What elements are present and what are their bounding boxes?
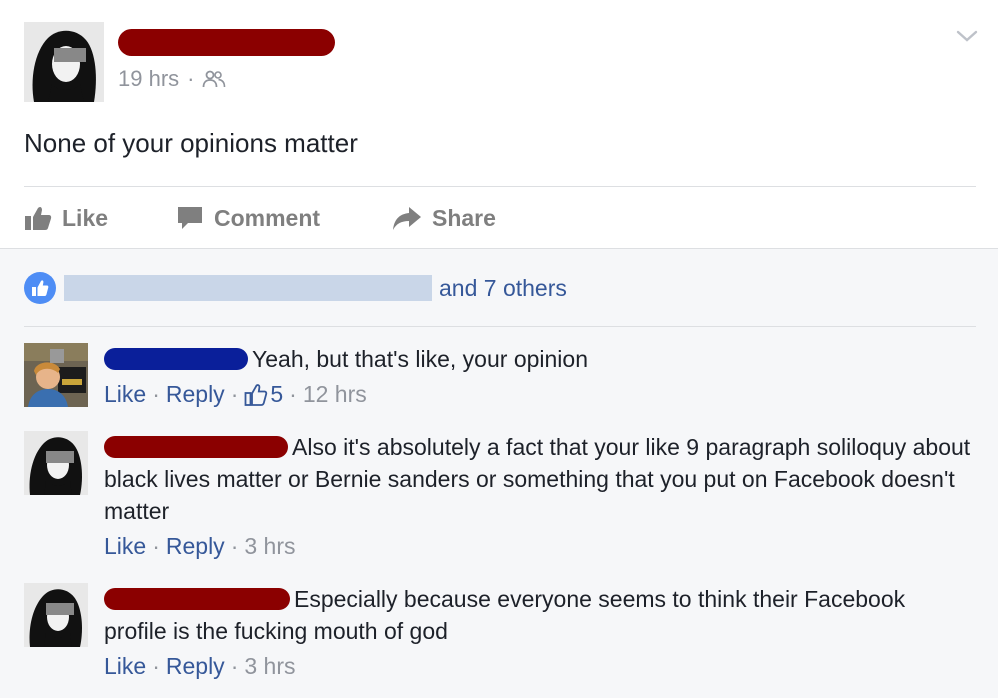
comment-body: Yeah, but that's like, your opinion [104,343,974,375]
chevron-down-icon[interactable] [956,28,978,44]
comment-reply-button[interactable]: Reply [166,381,225,408]
separator: · [230,533,239,559]
author-name-redacted [118,29,335,56]
divider [24,186,976,187]
like-reaction-icon [24,272,56,304]
reaction-count: 5 [270,381,284,407]
separator: · [230,381,239,407]
commenter-name-redacted [104,348,248,370]
post-time[interactable]: 19 hrs [118,66,179,92]
separator: · [152,381,160,407]
separator: · [230,653,239,679]
comment-like-button[interactable]: Like [104,653,146,680]
separator: · [289,381,297,407]
separator: · [152,533,160,559]
comment-body: Also it's absolutely a fact that your li… [104,431,974,527]
comment-time[interactable]: 3 hrs [244,533,295,560]
author-avatar[interactable] [24,22,104,102]
comment-time[interactable]: 3 hrs [244,653,295,680]
friends-icon[interactable] [202,70,226,88]
share-arrow-icon [393,207,421,230]
comment-time[interactable]: 12 hrs [303,381,367,408]
comment-actions: Like · Reply · 3 hrs [104,653,296,680]
divider [24,326,976,327]
like-button[interactable]: Like [24,196,108,240]
comment-like-button[interactable]: Like [104,381,146,408]
comment-bubble-icon [178,207,202,229]
comment-like-button[interactable]: Like [104,533,146,560]
comment-reactions[interactable]: 5 [244,381,283,408]
share-label: Share [432,204,496,231]
commenter-avatar[interactable] [24,343,88,407]
thumbs-up-icon [25,206,52,230]
thumbs-up-outline-icon [244,383,268,406]
likes-summary[interactable]: and 7 others [24,272,567,304]
comment-actions: Like · Reply · 3 hrs [104,533,296,560]
comments-section: and 7 others Yeah, but that's like, your… [0,249,998,698]
meta-separator: · [187,66,195,91]
comment-text: Yeah, but that's like, your opinion [252,346,588,372]
post-actions: Like Comment Share [0,196,998,240]
commenter-avatar[interactable] [24,583,88,647]
comment-label: Comment [214,204,321,231]
comment-button[interactable]: Comment [176,196,998,240]
like-label: Like [62,204,109,231]
comment-body: Especially because everyone seems to thi… [104,583,974,647]
comment-actions: Like · Reply · 5 · 12 hrs [104,381,367,408]
likers-names-redacted [64,275,432,301]
post-card: 19 hrs · None of your opinions matter Li… [0,0,998,249]
separator: · [152,653,160,679]
post-meta: 19 hrs · [118,66,226,92]
commenter-name-redacted [104,588,290,610]
post-text: None of your opinions matter [24,128,358,158]
share-button[interactable]: Share [392,196,496,240]
comment-reply-button[interactable]: Reply [166,533,225,560]
comment-reply-button[interactable]: Reply [166,653,225,680]
commenter-avatar[interactable] [24,431,88,495]
likes-others-link[interactable]: and 7 others [439,275,567,302]
commenter-name-redacted [104,436,288,458]
